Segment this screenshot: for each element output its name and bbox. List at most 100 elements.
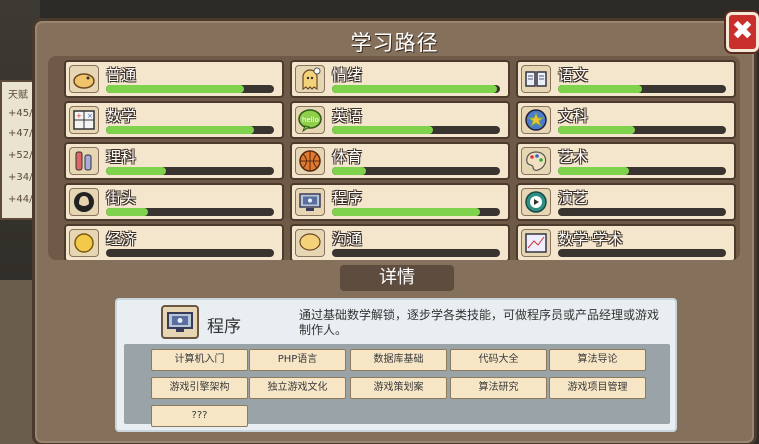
course-button[interactable]: 计算机入门 — [151, 349, 248, 371]
path-label: 经济 — [106, 230, 137, 248]
path-progress-fill — [106, 85, 244, 93]
path-card[interactable]: 文科 — [516, 101, 736, 139]
background-side-text: +45/ — [8, 108, 33, 119]
course-button[interactable]: 数据库基础 — [350, 349, 447, 371]
path-progress-bar — [558, 208, 726, 216]
details-tab[interactable]: 详情 — [340, 265, 454, 291]
svg-text:+: + — [76, 112, 82, 120]
egg-creature-icon — [69, 65, 99, 93]
course-button[interactable]: 游戏策划案 — [350, 377, 447, 399]
path-label: 沟通 — [332, 230, 363, 248]
computer-monitor-icon — [161, 305, 199, 339]
background-side-text: +44/ — [8, 194, 33, 205]
path-card[interactable]: 经济 — [64, 224, 284, 260]
course-button[interactable]: 代码大全 — [450, 349, 547, 371]
path-label: 语文 — [558, 66, 589, 84]
path-progress-fill — [106, 208, 148, 216]
path-progress-fill — [106, 167, 167, 175]
flask-icon — [69, 147, 99, 175]
background-side-text: +52/ — [8, 150, 33, 161]
path-card[interactable]: 演艺 — [516, 183, 736, 221]
detail-description: 通过基础数学解锁，逐步学各类技能，可做程序员或产品经理或游戏制作人。 — [299, 308, 660, 337]
background-side-text: +47/ — [8, 128, 33, 139]
open-book-icon — [521, 65, 551, 93]
path-label: 体育 — [332, 148, 363, 166]
background-side-text: 天赋 — [8, 90, 28, 101]
path-label: 英语 — [332, 107, 363, 125]
path-progress-bar — [106, 249, 274, 257]
path-card[interactable]: 普通 — [64, 60, 284, 98]
chat-bubble-icon — [295, 229, 325, 257]
path-progress-bar — [106, 208, 274, 216]
svg-text:×: × — [87, 112, 93, 120]
path-label: 普通 — [106, 66, 137, 84]
path-progress-fill — [558, 167, 629, 175]
path-card[interactable]: 程序 — [290, 183, 510, 221]
palette-icon — [521, 147, 551, 175]
course-button[interactable]: 算法导论 — [549, 349, 646, 371]
path-progress-bar — [558, 167, 726, 175]
play-button-icon — [521, 188, 551, 216]
path-label: 情绪 — [332, 66, 363, 84]
course-button[interactable]: ??? — [151, 405, 248, 427]
path-progress-bar — [332, 85, 500, 93]
path-progress-bar — [558, 249, 726, 257]
path-progress-bar — [332, 208, 500, 216]
path-progress-bar — [106, 167, 274, 175]
course-list: 计算机入门 PHP语言 数据库基础 代码大全 算法导论游戏引擎架构 独立游戏文化 游戏策划案… — [124, 344, 670, 427]
path-progress-bar — [106, 85, 274, 93]
close-button[interactable]: ✖ — [726, 12, 759, 52]
path-progress-fill — [332, 208, 480, 216]
path-progress-fill — [332, 167, 366, 175]
path-label: 程序 — [332, 189, 363, 207]
path-card[interactable]: + × 数学 — [64, 101, 284, 139]
path-label: 艺术 — [558, 148, 589, 166]
background-side-text: +34/ — [8, 172, 33, 183]
path-card[interactable]: 数学·学术 — [516, 224, 736, 260]
path-card[interactable]: 艺术 — [516, 142, 736, 180]
path-progress-bar — [106, 126, 274, 134]
path-label: 演艺 — [558, 189, 589, 207]
calculator-icon: + × — [69, 106, 99, 134]
path-progress-bar — [332, 126, 500, 134]
path-progress-fill — [106, 126, 254, 134]
path-progress-bar — [558, 126, 726, 134]
path-card[interactable]: 情绪 — [290, 60, 510, 98]
detail-panel: 程序 通过基础数学解锁，逐步学各类技能，可做程序员或产品经理或游戏制作人。 计算… — [115, 298, 677, 432]
hello-speech-bubble-icon: hello — [295, 106, 325, 134]
chart-board-icon — [521, 229, 551, 257]
path-progress-bar — [332, 249, 500, 257]
path-progress-fill — [332, 126, 433, 134]
detail-path-name: 程序 — [207, 317, 241, 337]
window-title: 学习路径 — [350, 31, 439, 55]
path-label: 理科 — [106, 148, 137, 166]
course-button[interactable]: 独立游戏文化 — [249, 377, 346, 399]
thinking-ghost-icon — [295, 65, 325, 93]
path-progress-fill — [332, 85, 497, 93]
path-label: 数学 — [106, 107, 137, 125]
learning-path-grid[interactable]: 普通 情绪 语文 + × 数学 hello 英语 文科 理科 体育 艺术 街头 程序 演艺 经济 沟通 数学·学术 — [48, 56, 740, 260]
coin-icon — [69, 229, 99, 257]
path-card[interactable]: 体育 — [290, 142, 510, 180]
svg-text:hello: hello — [302, 116, 319, 124]
path-progress-fill — [558, 85, 642, 93]
path-label: 文科 — [558, 107, 589, 125]
street-fist-icon — [69, 188, 99, 216]
path-progress-bar — [332, 167, 500, 175]
course-button[interactable]: 游戏项目管理 — [549, 377, 646, 399]
path-label: 数学·学术 — [558, 230, 623, 248]
path-card[interactable]: 街头 — [64, 183, 284, 221]
course-button[interactable]: 算法研究 — [450, 377, 547, 399]
basketball-icon — [295, 147, 325, 175]
globe-star-icon — [521, 106, 551, 134]
path-card[interactable]: hello 英语 — [290, 101, 510, 139]
course-button[interactable]: PHP语言 — [249, 349, 346, 371]
path-card[interactable]: 沟通 — [290, 224, 510, 260]
path-label: 街头 — [106, 189, 137, 207]
path-card[interactable]: 语文 — [516, 60, 736, 98]
course-button[interactable]: 游戏引擎架构 — [151, 377, 248, 399]
path-progress-bar — [558, 85, 726, 93]
path-progress-fill — [558, 126, 636, 134]
computer-monitor-icon — [295, 188, 325, 216]
path-card[interactable]: 理科 — [64, 142, 284, 180]
